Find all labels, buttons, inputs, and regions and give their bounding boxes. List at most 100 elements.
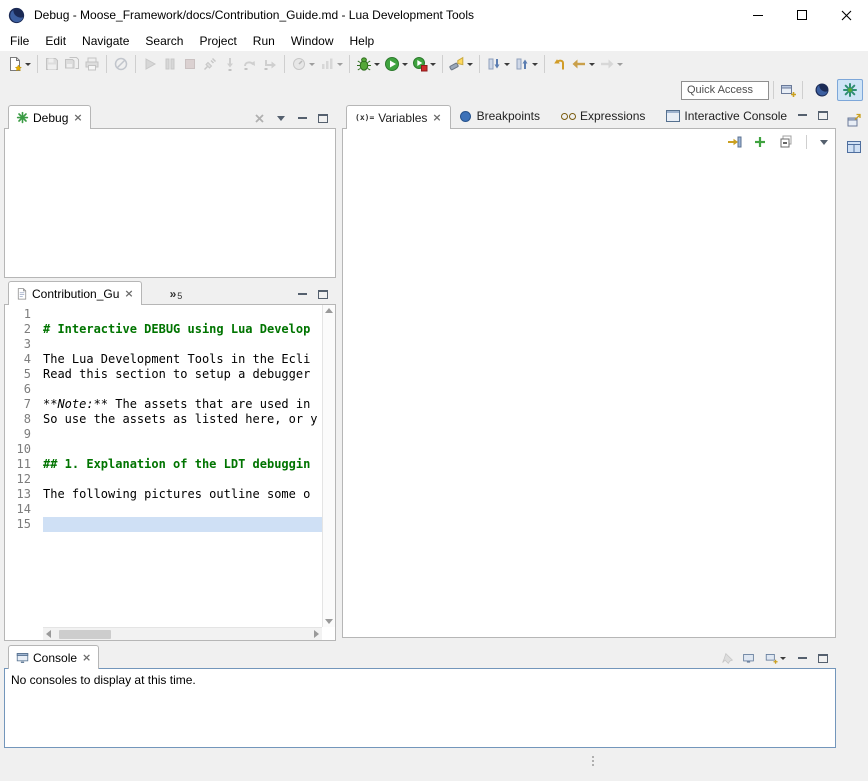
menu-item[interactable]: File <box>2 32 37 50</box>
tab-debug[interactable]: Debug × <box>8 105 91 129</box>
trim-drag-handle[interactable] <box>592 756 594 766</box>
view-tab[interactable]: (x)= Variables × <box>346 105 451 129</box>
editor-line[interactable]: 5 Read this section to setup a debugger <box>5 367 322 382</box>
save-button[interactable] <box>42 53 62 75</box>
debug-view-content[interactable] <box>4 128 336 278</box>
print-button[interactable] <box>82 53 102 75</box>
tab-console[interactable]: Console × <box>8 645 99 669</box>
coverage-button[interactable] <box>317 53 345 75</box>
run-button[interactable] <box>382 53 410 75</box>
editor-vertical-scrollbar[interactable] <box>322 305 335 627</box>
editor-line[interactable]: 10 <box>5 442 322 457</box>
pin-console-button[interactable] <box>720 652 734 664</box>
new-button[interactable] <box>5 53 33 75</box>
editor-line[interactable]: 13 The following pictures outline some o <box>5 487 322 502</box>
editor-line[interactable]: 7 **Note:** The assets that are used in <box>5 397 322 412</box>
show-logical-structures-button[interactable] <box>724 132 744 152</box>
resume-button[interactable] <box>140 53 160 75</box>
run-external-tools-button[interactable] <box>410 53 438 75</box>
minimize-view-button[interactable] <box>295 288 309 300</box>
ldt-perspective-button[interactable] <box>809 79 835 101</box>
view-tab[interactable]: Interactive Console <box>658 104 800 128</box>
view-menu-button[interactable] <box>817 136 831 148</box>
display-selected-console-button[interactable] <box>741 652 755 664</box>
tab-close-icon[interactable]: × <box>82 651 91 664</box>
view-tab[interactable]: Expressions <box>553 104 658 128</box>
restore-view-button[interactable] <box>845 110 863 132</box>
menu-item[interactable]: Navigate <box>74 32 137 50</box>
editor-line[interactable]: 4 The Lua Development Tools in the Ecli <box>5 352 322 367</box>
quick-access-button[interactable]: Quick Access <box>681 81 769 100</box>
tab-close-icon[interactable]: × <box>73 111 82 124</box>
scroll-up-icon[interactable] <box>325 308 333 313</box>
scrollbar-thumb[interactable] <box>59 630 111 639</box>
collapse-all-button[interactable] <box>776 132 796 152</box>
menu-item[interactable]: Edit <box>37 32 74 50</box>
add-global-variables-button[interactable] <box>750 132 770 152</box>
editor-line[interactable]: 2 # Interactive DEBUG using Lua Develop <box>5 322 322 337</box>
maximize-view-button[interactable] <box>816 109 830 121</box>
back-button[interactable] <box>569 53 597 75</box>
scroll-down-icon[interactable] <box>325 619 333 624</box>
editor-line[interactable]: 8 So use the assets as listed here, or y <box>5 412 322 427</box>
step-return-button[interactable] <box>260 53 280 75</box>
next-annotation-button[interactable] <box>484 53 512 75</box>
remove-terminated-button[interactable] <box>253 112 267 124</box>
minimize-window-button[interactable] <box>736 0 780 30</box>
suspend-button[interactable] <box>160 53 180 75</box>
scroll-left-icon[interactable] <box>46 630 51 638</box>
menu-item[interactable]: Help <box>342 32 383 50</box>
maximize-view-button[interactable] <box>316 112 330 124</box>
editor-line[interactable]: 12 <box>5 472 322 487</box>
save-all-button[interactable] <box>62 53 82 75</box>
search-button[interactable] <box>447 53 475 75</box>
forward-button[interactable] <box>597 53 625 75</box>
open-console-button[interactable] <box>762 652 788 664</box>
maximize-view-button[interactable] <box>816 652 830 664</box>
terminate-button[interactable] <box>180 53 200 75</box>
disconnect-button[interactable] <box>200 53 220 75</box>
editor-line[interactable]: 15 <box>5 517 322 532</box>
step-over-button[interactable] <box>240 53 260 75</box>
view-menu-button[interactable] <box>274 112 288 124</box>
view-tab[interactable]: Breakpoints <box>451 104 553 128</box>
minimize-view-button[interactable] <box>795 652 809 664</box>
minimize-view-button[interactable] <box>795 109 809 121</box>
editor-text-area[interactable]: 1 2 # Interactive DEBUG using Lua Develo… <box>5 307 322 627</box>
editor-content[interactable]: 1 2 # Interactive DEBUG using Lua Develo… <box>4 304 336 641</box>
previous-annotation-button[interactable] <box>512 53 540 75</box>
editor-line[interactable]: 6 <box>5 382 322 397</box>
menu-item[interactable]: Run <box>245 32 283 50</box>
step-into-button[interactable] <box>220 53 240 75</box>
editor-horizontal-scrollbar[interactable] <box>43 627 322 640</box>
last-edit-location-button[interactable] <box>549 53 569 75</box>
console-message-area[interactable]: No consoles to display at this time. <box>4 668 836 748</box>
next-annotation-icon <box>486 56 502 72</box>
editor-line[interactable]: 3 <box>5 337 322 352</box>
chevron-down-icon <box>374 63 380 66</box>
editor-tab-overflow-button[interactable]: » 5 <box>170 287 183 304</box>
maximize-window-button[interactable] <box>780 0 824 30</box>
title-bar[interactable]: Debug - Moose_Framework/docs/Contributio… <box>0 0 868 30</box>
menu-item[interactable]: Search <box>137 32 191 50</box>
debug-perspective-button[interactable] <box>837 79 863 101</box>
skip-all-breakpoints-button[interactable] <box>111 53 131 75</box>
tab-close-icon[interactable]: × <box>432 111 441 124</box>
profile-button[interactable] <box>289 53 317 75</box>
menu-item[interactable]: Window <box>283 32 342 50</box>
close-window-button[interactable] <box>824 0 868 30</box>
editor-line[interactable]: 1 <box>5 307 322 322</box>
editor-line[interactable]: 11 ## 1. Explanation of the LDT debuggin <box>5 457 322 472</box>
editor-line[interactable]: 14 <box>5 502 322 517</box>
menu-item[interactable]: Project <box>191 32 244 50</box>
maximize-view-button[interactable] <box>316 288 330 300</box>
minimized-views-button[interactable] <box>845 136 863 158</box>
scroll-right-icon[interactable] <box>314 630 319 638</box>
debug-button[interactable] <box>354 53 382 75</box>
minimize-view-button[interactable] <box>295 112 309 124</box>
tab-contribution-guide[interactable]: Contribution_Gu × <box>8 281 142 305</box>
editor-line[interactable]: 9 <box>5 427 322 442</box>
variables-view-content[interactable] <box>342 128 836 638</box>
open-perspective-button[interactable] <box>778 79 798 101</box>
tab-close-icon[interactable]: × <box>124 287 133 300</box>
